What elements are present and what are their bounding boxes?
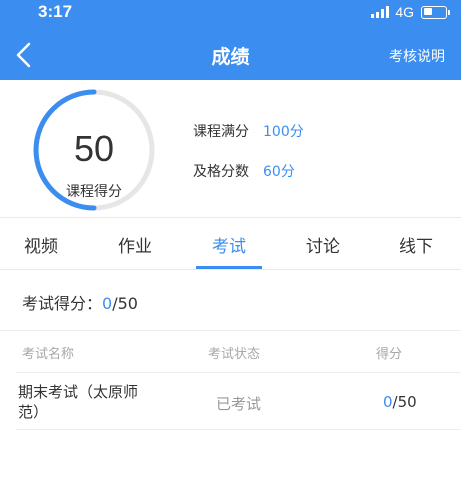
battery-icon bbox=[421, 5, 450, 19]
course-score-section: 50 课程得分 课程满分 100分 及格分数 60分 bbox=[0, 80, 461, 218]
column-score: 得分 bbox=[376, 347, 403, 362]
exam-name: 期末考试（太原师范） bbox=[18, 383, 139, 421]
exam-result-total: /50 bbox=[392, 393, 417, 411]
exam-result-got: 0 bbox=[383, 393, 393, 411]
course-score-label: 课程得分 bbox=[66, 184, 122, 200]
pass-score-row: 及格分数 60分 bbox=[193, 161, 295, 181]
tab-video[interactable]: 视频 bbox=[24, 232, 58, 257]
header-bar: 3:17 4G 成绩 考核说明 bbox=[0, 0, 461, 80]
active-tab-indicator bbox=[196, 266, 262, 269]
status-indicators: 4G bbox=[371, 4, 450, 20]
full-score-row: 课程满分 100分 bbox=[193, 121, 304, 141]
exam-status: 已考试 bbox=[216, 395, 262, 413]
status-time: 3:17 bbox=[38, 2, 73, 21]
table-row[interactable]: 期末考试（太原师范） 已考试 0/50 bbox=[16, 372, 461, 430]
tab-offline[interactable]: 线下 bbox=[399, 232, 433, 257]
tab-discussion[interactable]: 讨论 bbox=[306, 232, 340, 257]
exam-score-total: /50 bbox=[112, 294, 138, 313]
tab-homework[interactable]: 作业 bbox=[118, 232, 152, 257]
assessment-info-link[interactable]: 考核说明 bbox=[389, 46, 445, 66]
chevron-left-icon bbox=[16, 42, 31, 68]
exam-result: 0/50 bbox=[383, 393, 417, 411]
exam-table-header: 考试名称 考试状态 得分 bbox=[0, 330, 461, 370]
back-button[interactable] bbox=[10, 40, 40, 70]
course-score-value: 50 bbox=[73, 128, 115, 169]
tab-exam[interactable]: 考试 bbox=[212, 232, 246, 257]
exam-score-summary: 考试得分：0/50 bbox=[22, 290, 138, 314]
signal-icon bbox=[371, 6, 390, 18]
exam-score-got: 0 bbox=[102, 294, 113, 313]
category-tabs: 视频 作业 考试 讨论 线下 bbox=[0, 218, 461, 270]
full-score-value: 100分 bbox=[263, 124, 304, 140]
pass-score-label: 及格分数 bbox=[193, 164, 249, 180]
column-exam-name: 考试名称 bbox=[22, 347, 75, 362]
score-ring: 50 课程得分 bbox=[30, 88, 158, 212]
exam-score-label: 考试得分： bbox=[22, 294, 103, 313]
status-bar: 3:17 4G bbox=[0, 0, 461, 28]
full-score-label: 课程满分 bbox=[193, 124, 249, 140]
column-exam-status: 考试状态 bbox=[208, 347, 261, 362]
network-type: 4G bbox=[395, 4, 414, 20]
nav-bar: 成绩 考核说明 bbox=[0, 28, 461, 80]
pass-score-value: 60分 bbox=[263, 164, 295, 180]
